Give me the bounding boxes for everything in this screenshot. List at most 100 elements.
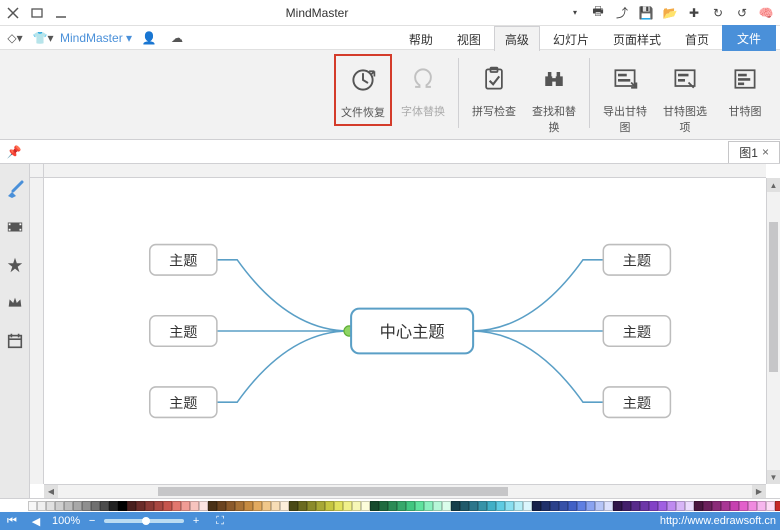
color-swatch[interactable] [271,501,280,511]
color-swatch[interactable] [649,501,658,511]
minimize-icon[interactable] [52,4,70,22]
color-swatch[interactable] [91,501,100,511]
color-swatch[interactable] [154,501,163,511]
color-swatch[interactable] [244,501,253,511]
color-swatch[interactable] [667,501,676,511]
ribbon-gantt-options[interactable]: 甘特图选项 [656,54,714,140]
color-swatch[interactable] [352,501,361,511]
color-swatch[interactable] [145,501,154,511]
color-swatch[interactable] [127,501,136,511]
print-icon[interactable]: 🖶 [588,3,608,23]
crown-icon[interactable] [4,292,26,314]
color-swatch[interactable] [604,501,613,511]
color-swatch[interactable] [289,501,298,511]
close-icon[interactable] [4,4,22,22]
color-swatch[interactable] [208,501,217,511]
color-swatch[interactable] [280,501,289,511]
tab-pagestyle[interactable]: 页面样式 [602,26,672,51]
leaf-right-3[interactable]: 主题 [623,395,651,412]
color-swatch[interactable] [388,501,397,511]
color-swatch[interactable] [631,501,640,511]
color-swatch[interactable] [685,501,694,511]
color-swatch[interactable] [379,501,388,511]
color-swatch[interactable] [523,501,532,511]
color-swatch[interactable] [478,501,487,511]
zoom-out-icon[interactable]: − [84,514,100,528]
color-swatch[interactable] [370,501,379,511]
cloud-icon[interactable]: ☁ [166,29,188,47]
color-swatches[interactable] [28,501,780,511]
canvas[interactable]: 中心主题 主题 主题 主题 主题 主题 主题 [44,178,766,484]
color-swatch[interactable] [514,501,523,511]
scroll-up-icon[interactable]: ▲ [767,178,780,192]
color-swatch[interactable] [415,501,424,511]
color-swatch[interactable] [64,501,73,511]
color-swatch[interactable] [199,501,208,511]
color-swatch[interactable] [397,501,406,511]
scroll-left-icon[interactable]: ◀ [44,485,58,498]
tab-file[interactable]: 文件 [722,25,776,51]
dropdown-icon[interactable] [564,3,584,23]
color-swatch[interactable] [217,501,226,511]
color-swatch[interactable] [559,501,568,511]
scroll-thumb-v[interactable] [769,222,778,372]
color-swatch[interactable] [586,501,595,511]
tab-slideshow[interactable]: 幻灯片 [542,26,600,51]
ribbon-export-gantt[interactable]: 导出甘特图 [596,54,654,140]
leaf-right-2[interactable]: 主题 [623,324,651,341]
color-swatch[interactable] [658,501,667,511]
ribbon-file-recovery[interactable]: 文件恢复 [334,54,392,126]
options-dropdown-icon[interactable]: ◇▾ [4,29,26,47]
ribbon-gantt[interactable]: 甘特图 [716,54,774,124]
color-swatch[interactable] [730,501,739,511]
color-swatch[interactable] [739,501,748,511]
color-swatch[interactable] [568,501,577,511]
color-swatch[interactable] [343,501,352,511]
color-swatch[interactable] [577,501,586,511]
color-swatch[interactable] [622,501,631,511]
document-tab[interactable]: 图1 × [728,141,780,163]
color-swatch[interactable] [460,501,469,511]
tab-view[interactable]: 视图 [446,26,492,51]
ribbon-spellcheck[interactable]: 拼写检查 [465,54,523,124]
color-swatch[interactable] [172,501,181,511]
scroll-down-icon[interactable]: ▼ [767,470,780,484]
fit-page-icon[interactable]: ⛶ [212,514,228,528]
shirt-icon[interactable]: 👕▾ [32,29,54,47]
leaf-left-3[interactable]: 主题 [169,395,197,412]
color-swatch[interactable] [190,501,199,511]
color-swatch[interactable] [442,501,451,511]
color-swatch[interactable] [595,501,604,511]
color-swatch[interactable] [361,501,370,511]
color-swatch[interactable] [181,501,190,511]
ruler-horizontal[interactable] [44,164,766,178]
color-swatch[interactable] [28,501,37,511]
calendar-icon[interactable] [4,330,26,352]
tab-home[interactable]: 首页 [674,26,720,51]
scrollbar-horizontal[interactable]: ◀ ▶ [44,484,766,498]
zoom-slider[interactable] [104,519,184,523]
close-tab-icon[interactable]: × [762,145,769,159]
color-swatch[interactable] [118,501,127,511]
leaf-left-1[interactable]: 主题 [169,253,197,270]
prev-page-icon[interactable]: ◀ [28,514,44,528]
color-swatch[interactable] [406,501,415,511]
color-swatch[interactable] [163,501,172,511]
color-swatch[interactable] [613,501,622,511]
color-swatch[interactable] [703,501,712,511]
color-swatch[interactable] [334,501,343,511]
color-swatch[interactable] [775,501,780,511]
color-swatch[interactable] [766,501,775,511]
color-swatch[interactable] [253,501,262,511]
color-swatch[interactable] [550,501,559,511]
center-topic[interactable]: 中心主题 [380,323,445,341]
color-swatch[interactable] [424,501,433,511]
document-title-dropdown[interactable]: MindMaster ▾ [60,31,132,45]
star-icon[interactable] [4,254,26,276]
color-swatch[interactable] [496,501,505,511]
color-swatch[interactable] [505,501,514,511]
zoom-in-icon[interactable]: + [188,514,204,528]
color-swatch[interactable] [676,501,685,511]
color-swatch[interactable] [82,501,91,511]
user-icon[interactable]: 👤 [138,29,160,47]
